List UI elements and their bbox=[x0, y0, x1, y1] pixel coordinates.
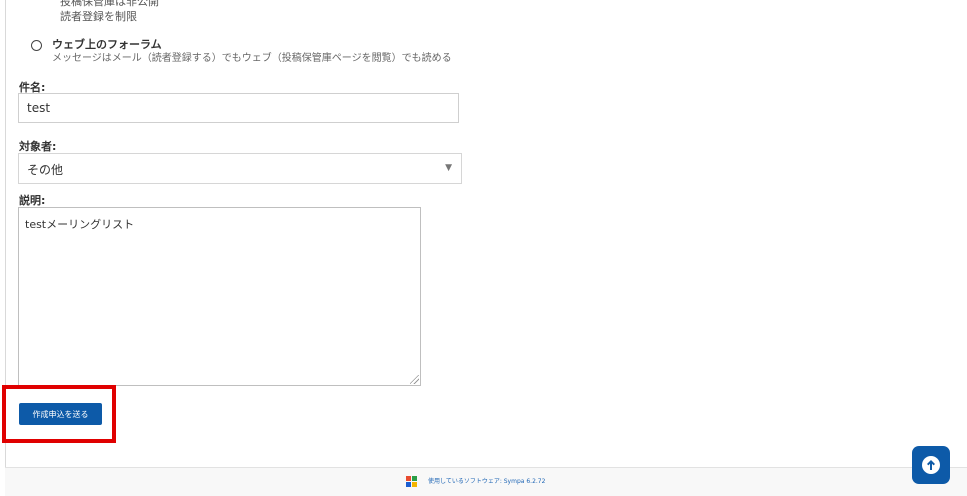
resize-handle-icon[interactable] bbox=[410, 375, 419, 384]
web-forum-text: ウェブ上のフォーラム メッセージはメール（読者登録する）でもウェブ（投稿保管庫ペ… bbox=[52, 38, 452, 65]
sympa-logo-icon bbox=[406, 476, 417, 487]
web-forum-title: ウェブ上のフォーラム bbox=[52, 38, 162, 51]
description-value: testメーリングリスト bbox=[25, 218, 135, 231]
description-textarea[interactable]: testメーリングリスト bbox=[18, 207, 421, 386]
description-label: 説明: bbox=[19, 194, 46, 207]
audience-selected-value: その他 bbox=[27, 163, 64, 177]
restricted-subscription-note: 読者登録を制限 bbox=[60, 10, 137, 23]
web-forum-option[interactable]: ウェブ上のフォーラム メッセージはメール（読者登録する）でもウェブ（投稿保管庫ペ… bbox=[31, 38, 452, 65]
web-forum-description: メッセージはメール（読者登録する）でもウェブ（投稿保管庫ページを閲覧）でも読める bbox=[52, 53, 452, 64]
submit-request-button[interactable]: 作成申込を送る bbox=[19, 403, 102, 425]
arrow-up-circle-icon bbox=[922, 456, 940, 474]
footer: 使用しているソフトウェア: Sympa 6.2.72 bbox=[5, 467, 967, 496]
audience-label: 対象者: bbox=[19, 140, 57, 153]
scroll-to-top-button[interactable] bbox=[912, 446, 950, 484]
footer-software-link[interactable]: 使用しているソフトウェア: Sympa 6.2.72 bbox=[428, 476, 545, 485]
subject-input[interactable]: test bbox=[18, 93, 459, 123]
web-forum-radio[interactable] bbox=[31, 40, 42, 51]
audience-select[interactable]: その他 ▼ bbox=[18, 153, 462, 184]
page: 投稿保管庫は非公開 読者登録を制限 ウェブ上のフォーラム メッセージはメール（読… bbox=[0, 0, 967, 496]
chevron-down-icon: ▼ bbox=[445, 163, 452, 173]
